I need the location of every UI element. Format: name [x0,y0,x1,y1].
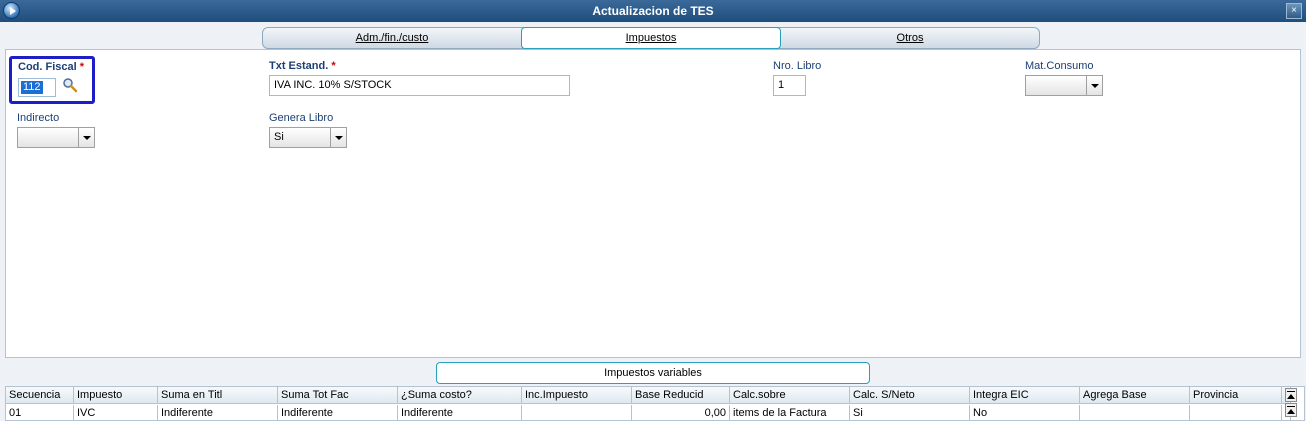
cell-suma-costo[interactable]: Indiferente [398,405,522,420]
cell-impuesto[interactable]: IVC [74,405,158,420]
col-impuesto[interactable]: Impuesto [74,387,158,404]
close-icon[interactable]: × [1286,3,1302,19]
cell-secuencia[interactable]: 01 [6,405,74,420]
cell-calc-s-neto[interactable]: Si [850,405,970,420]
cell-calc-sobre[interactable]: items de la Factura [730,405,850,420]
col-suma-tot-fac[interactable]: Suma Tot Fac [278,387,398,404]
cod-fiscal-input[interactable]: 112 [18,78,56,97]
col-calc-sobre[interactable]: Calc.sobre [730,387,850,404]
cod-fiscal-group: Cod. Fiscal * 112 [9,56,95,104]
col-provincia[interactable]: Provincia [1190,387,1282,404]
cell-base-reducid[interactable]: 0,00 [632,405,730,420]
mat-consumo-label: Mat.Consumo [1025,60,1094,72]
cell-suma-en-titl[interactable]: Indiferente [158,405,278,420]
cell-suma-tot-fac[interactable]: Indiferente [278,405,398,420]
col-inc-impuesto[interactable]: Inc.Impuesto [522,387,632,404]
window-title: Actualizacion de TES [592,4,714,18]
scroll-top-icon[interactable] [1285,388,1297,402]
grid-scrollbar[interactable] [1285,387,1301,420]
cell-provincia[interactable] [1190,405,1282,420]
tab-otros[interactable]: Otros [781,28,1039,48]
table-row[interactable]: 01 IVC Indiferente Indiferente Indiferen… [6,405,1291,420]
grid-header: Secuencia Impuesto Suma en Titl Suma Tot… [6,387,1291,404]
col-suma-en-titl[interactable]: Suma en Titl [158,387,278,404]
title-bar: Actualizacion de TES × [0,0,1306,22]
indirecto-label: Indirecto [17,112,60,124]
window-content: Adm./fin./custo Impuestos Otros Cod. Fis… [0,22,1306,421]
tab-impuestos-variables[interactable]: Impuestos variables [436,362,870,384]
chevron-down-icon[interactable] [330,128,346,147]
col-base-reducid[interactable]: Base Reducid [632,387,730,404]
col-agrega-base[interactable]: Agrega Base [1080,387,1190,404]
mat-consumo-select[interactable] [1025,75,1103,96]
nro-libro-label: Nro. Libro [773,60,822,72]
scroll-up-icon[interactable] [1285,403,1297,417]
cell-integra-eic[interactable]: No [970,405,1080,420]
tab-adm-fin-custo[interactable]: Adm./fin./custo [263,28,521,48]
txt-estand-label: Txt Estand. * [269,60,336,72]
col-calc-s-neto[interactable]: Calc. S/Neto [850,387,970,404]
cod-fiscal-label: Cod. Fiscal * [18,61,85,73]
genera-libro-select[interactable]: Si [269,127,347,148]
nro-libro-input[interactable]: 1 [773,75,806,96]
tab-bar: Adm./fin./custo Impuestos Otros [262,27,1040,49]
tab-impuestos[interactable]: Impuestos [521,27,781,49]
genera-libro-label: Genera Libro [269,112,334,124]
search-icon[interactable] [62,77,78,93]
col-integra-eic[interactable]: Integra EIC [970,387,1080,404]
col-suma-costo[interactable]: ¿Suma costo? [398,387,522,404]
chevron-down-icon[interactable] [78,128,94,147]
txt-estand-input[interactable]: IVA INC. 10% S/STOCK [269,75,570,96]
indirecto-select[interactable] [17,127,95,148]
impuestos-grid: Secuencia Impuesto Suma en Titl Suma Tot… [5,386,1305,421]
form-panel: Cod. Fiscal * 112 Txt Estand. * IVA INC.… [5,49,1301,358]
chevron-down-icon[interactable] [1086,76,1102,95]
cell-inc-impuesto[interactable] [522,405,632,420]
cell-agrega-base[interactable] [1080,405,1190,420]
col-secuencia[interactable]: Secuencia [6,387,74,404]
